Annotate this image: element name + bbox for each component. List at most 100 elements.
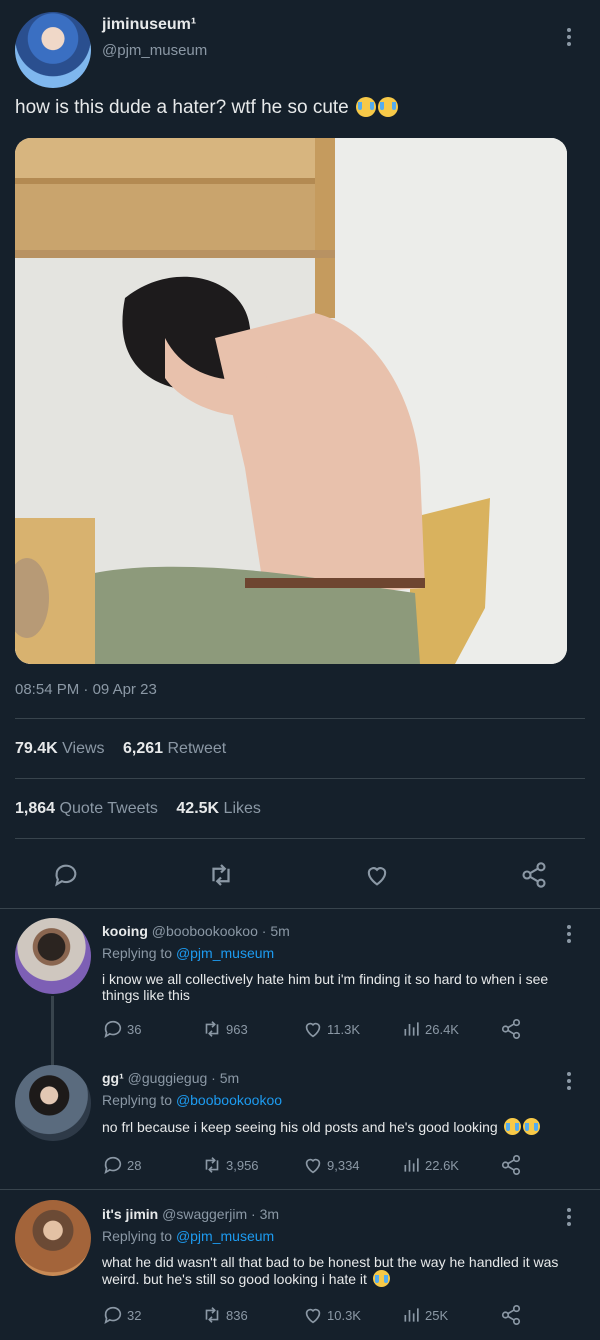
replying-to-label: Replying to [102, 1092, 173, 1108]
reply-display-name[interactable]: kooing [102, 923, 148, 939]
more-vertical-icon[interactable] [559, 1072, 579, 1093]
share-icon[interactable] [500, 1153, 525, 1177]
reply-button[interactable]: 36 [102, 1017, 141, 1041]
reply-actions: 36 963 11.3K 26.4K [102, 1017, 542, 1041]
author-avatar[interactable] [15, 12, 91, 88]
likes-count: 42.5K [176, 800, 220, 817]
reply-display-name[interactable]: gg¹ [102, 1070, 124, 1086]
stats-row-views-retweets: 79.4K Views 6,261 Retweet [15, 740, 240, 758]
view-count: 25K [425, 1307, 449, 1323]
views-count: 79.4K [15, 740, 58, 757]
retweet-icon [205, 1157, 219, 1173]
view-count: 26.4K [425, 1021, 459, 1037]
retweets-stat[interactable]: 6,261 Retweet [123, 740, 226, 757]
reply-count: 28 [127, 1157, 142, 1173]
views-button[interactable]: 25K [402, 1303, 448, 1327]
reply-time[interactable]: 5m [220, 1070, 239, 1086]
retweets-label: Retweet [167, 740, 227, 757]
share-icon[interactable] [514, 855, 554, 895]
author-handle[interactable]: @pjm_museum [102, 42, 207, 59]
tweet-photo[interactable] [15, 138, 567, 664]
stats-row-quotes-likes: 1,864 Quote Tweets 42.5K Likes [15, 800, 275, 818]
retweet-count: 963 [226, 1021, 248, 1037]
reply-handle[interactable]: @swaggerjim [162, 1206, 247, 1222]
heart-icon [305, 1022, 321, 1038]
divider [0, 908, 600, 909]
loudly-crying-face-emoji [503, 1118, 521, 1135]
reply-button[interactable]: 28 [102, 1153, 141, 1177]
quotes-stat[interactable]: 1,864 Quote Tweets [15, 800, 158, 817]
divider [15, 838, 585, 839]
share-icon[interactable] [500, 1017, 525, 1041]
retweet-button[interactable]: 3,956 [201, 1153, 259, 1177]
loudly-crying-face-emoji [356, 97, 377, 117]
share-icon[interactable] [500, 1303, 525, 1327]
reply-header: it's jimin @swaggerjim · 3m [102, 1206, 279, 1222]
loudly-crying-face-emoji [378, 97, 399, 117]
reply-avatar[interactable] [15, 918, 91, 994]
reply-button[interactable]: 32 [102, 1303, 141, 1327]
reply-time[interactable]: 5m [270, 923, 289, 939]
reply-text: no frl because i keep seeing his old pos… [102, 1118, 580, 1135]
divider [15, 778, 585, 779]
reply-avatar[interactable] [15, 1200, 91, 1276]
like-count: 9,334 [327, 1157, 360, 1173]
photo-illustration [15, 138, 567, 664]
thread-line [51, 996, 54, 1066]
quotes-label: Quote Tweets [59, 800, 158, 817]
tweet-timestamp[interactable]: 08:54 PM · 09 Apr 23 [15, 681, 157, 698]
reply-avatar[interactable] [15, 1065, 91, 1141]
divider [15, 718, 585, 719]
heart-icon [305, 1308, 321, 1324]
reply-text-content: what he did wasn't all that bad to be ho… [102, 1254, 559, 1287]
reply-icon[interactable] [46, 855, 86, 895]
reply-handle[interactable]: @boobookookoo [152, 923, 258, 939]
tweet-date: 09 Apr 23 [92, 681, 157, 698]
replying-to: Replying to @pjm_museum [102, 1228, 274, 1244]
tweet-text: how is this dude a hater? wtf he so cute [15, 97, 399, 119]
loudly-crying-face-emoji [372, 1270, 390, 1287]
dot-separator: · [251, 1206, 256, 1222]
views-button[interactable]: 22.6K [402, 1153, 459, 1177]
reply-actions: 32 836 10.3K 25K [102, 1303, 542, 1327]
like-button[interactable]: 11.3K [302, 1017, 360, 1041]
loudly-crying-face-emoji [522, 1118, 540, 1135]
heart-icon [305, 1158, 321, 1174]
retweets-count: 6,261 [123, 740, 164, 757]
dot-separator: · [261, 923, 267, 939]
replying-to: Replying to @boobookookoo [102, 1092, 282, 1108]
views-button[interactable]: 26.4K [402, 1017, 459, 1041]
retweet-icon [205, 1307, 219, 1323]
more-vertical-icon[interactable] [559, 925, 579, 946]
retweet-button[interactable]: 836 [201, 1303, 248, 1327]
views-stat[interactable]: 79.4K Views [15, 740, 105, 757]
tweet-time: 08:54 PM [15, 681, 80, 698]
more-vertical-icon[interactable] [559, 1208, 579, 1229]
like-button[interactable]: 9,334 [302, 1153, 360, 1177]
retweet-count: 836 [226, 1307, 248, 1323]
reply-count: 36 [127, 1021, 142, 1037]
replying-to-label: Replying to [102, 945, 173, 961]
views-chart-icon [404, 1158, 419, 1172]
more-vertical-icon[interactable] [559, 28, 579, 49]
views-chart-icon [404, 1308, 419, 1322]
heart-icon[interactable] [357, 855, 397, 895]
like-button[interactable]: 10.3K [302, 1303, 361, 1327]
reply-time[interactable]: 3m [260, 1206, 279, 1222]
replying-to-handle[interactable]: @boobookookoo [176, 1092, 282, 1108]
quotes-count: 1,864 [15, 800, 56, 817]
reply-icon [104, 1306, 122, 1325]
reply-text: what he did wasn't all that bad to be ho… [102, 1254, 580, 1287]
likes-stat[interactable]: 42.5K Likes [176, 800, 261, 817]
author-display-name[interactable]: jiminuseum¹ [102, 16, 196, 34]
reply-actions: 28 3,956 9,334 22.6K [102, 1153, 542, 1177]
reply-text: i know we all collectively hate him but … [102, 971, 549, 1003]
retweet-count: 3,956 [226, 1157, 259, 1173]
replying-to-label: Replying to [102, 1228, 173, 1244]
replying-to-handle[interactable]: @pjm_museum [176, 945, 274, 961]
retweet-icon[interactable] [201, 855, 241, 895]
reply-handle[interactable]: @guggiegug [128, 1070, 208, 1086]
retweet-button[interactable]: 963 [201, 1017, 248, 1041]
replying-to-handle[interactable]: @pjm_museum [176, 1228, 274, 1244]
reply-display-name[interactable]: it's jimin [102, 1206, 158, 1222]
